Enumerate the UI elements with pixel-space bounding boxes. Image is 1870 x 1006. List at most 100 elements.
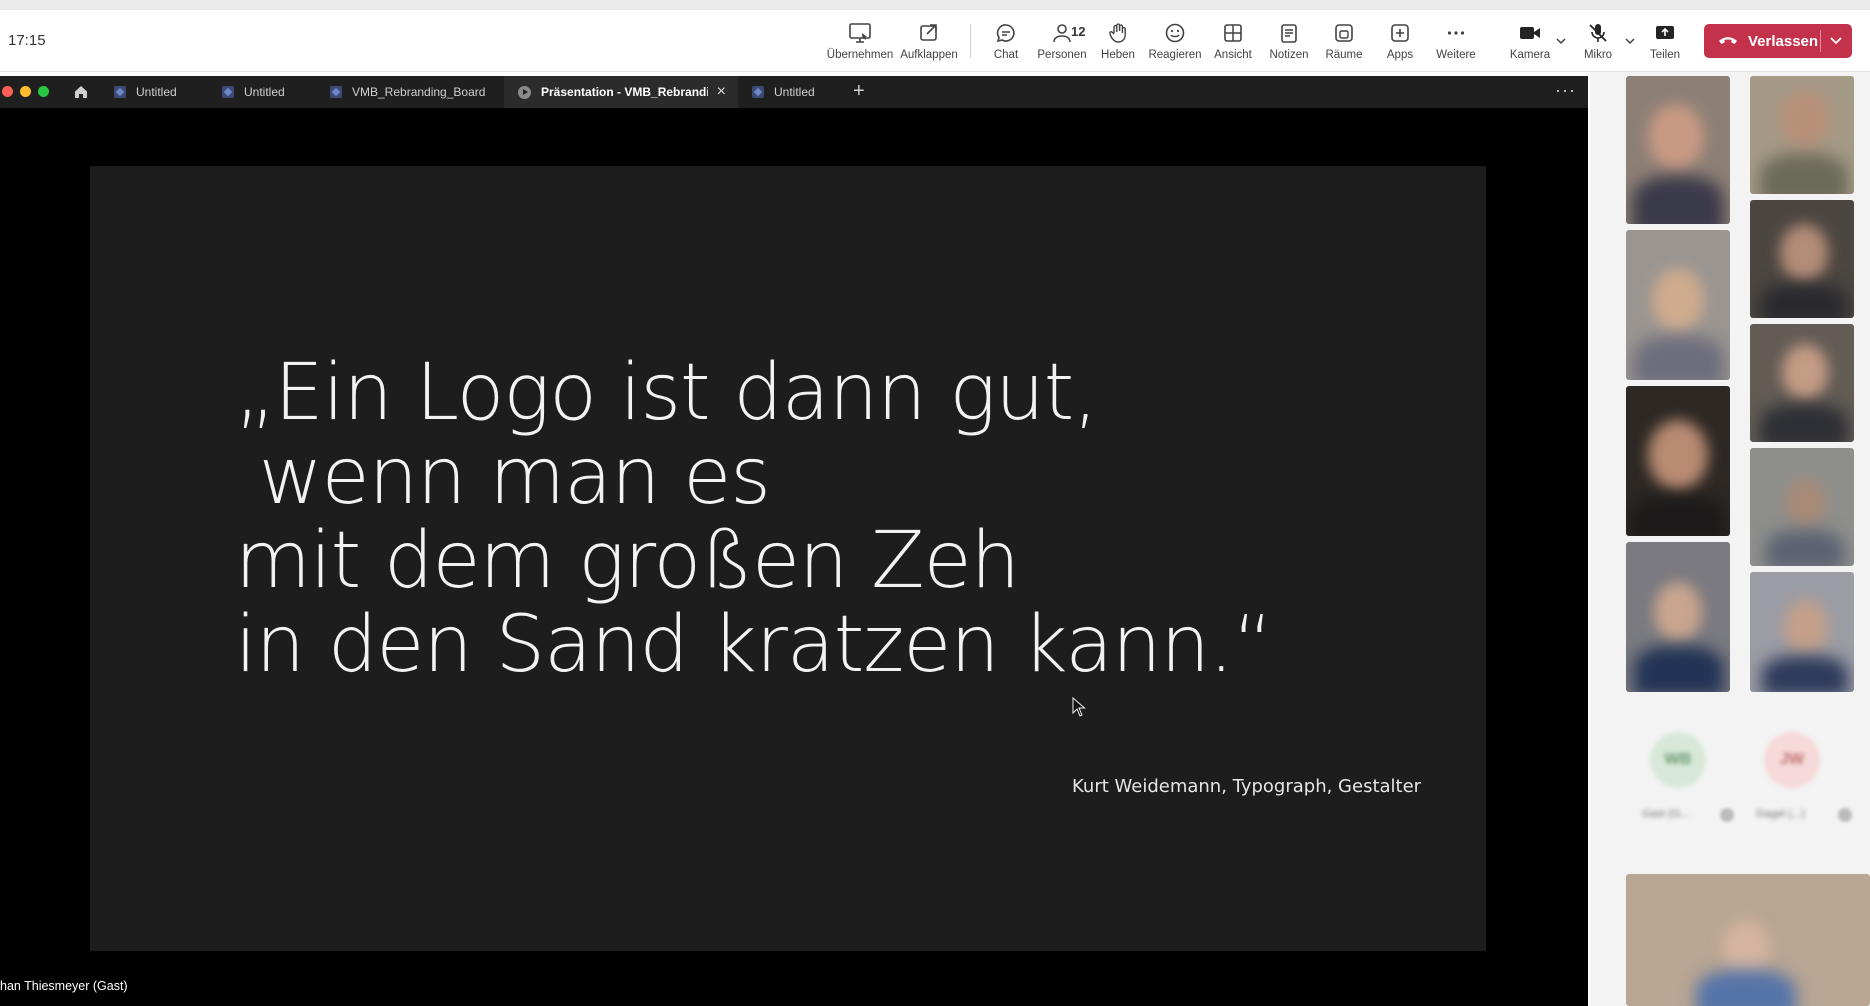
blurred-face (1722, 920, 1770, 976)
blurred-body (1634, 646, 1724, 692)
chat-label: Chat (993, 49, 1019, 61)
participant-video-tile[interactable] (1626, 542, 1730, 692)
teams-meeting-window: 17:15 Übernehmen Aufklappen Chat 12 Pers… (0, 0, 1870, 1006)
play-icon (518, 85, 531, 99)
take-control-button[interactable]: Übernehmen (827, 20, 893, 66)
more-button[interactable]: Weitere (1423, 20, 1489, 66)
slide-quote: „Ein Logo ist dann gut, wenn man es mit … (235, 351, 1335, 687)
participant-video-tile[interactable] (1750, 324, 1854, 442)
home-icon (72, 83, 90, 101)
popout-icon (916, 20, 942, 46)
rooms-label: Räume (1325, 49, 1363, 61)
share-label: Teilen (1649, 49, 1681, 61)
tab-label: VMB_Rebranding_Board (352, 85, 486, 99)
tab-label: Untitled (244, 85, 285, 99)
more-dots-icon (1443, 20, 1469, 46)
board-icon (752, 86, 764, 98)
blurred-face (1786, 478, 1826, 528)
participant-name: Gast (G... (1642, 808, 1690, 820)
window-minimize-dot (20, 86, 31, 97)
blurred-body (1762, 656, 1848, 692)
plus-square-icon (1387, 20, 1413, 46)
notes-icon (1276, 20, 1302, 46)
popout-button[interactable]: Aufklappen (896, 20, 962, 66)
mic-muted-indicator (1720, 808, 1734, 822)
meeting-timer: 17:15 (8, 32, 46, 49)
mic-label: Mikro (1583, 49, 1613, 61)
hand-icon (1105, 20, 1131, 46)
tab-label: Untitled (774, 85, 815, 99)
participant-video-tile[interactable] (1626, 76, 1730, 224)
people-count: 12 (1071, 24, 1086, 39)
meeting-toolbar: 17:15 Übernehmen Aufklappen Chat 12 Pers… (0, 0, 1870, 72)
blurred-face (1780, 90, 1830, 148)
mic-button[interactable]: Mikro (1565, 20, 1631, 66)
board-tab: Untitled (738, 76, 846, 108)
blurred-face (1784, 600, 1828, 654)
board-icon (114, 86, 126, 98)
participants-panel: WB JW Gast (G... Gagel (...) (1590, 72, 1870, 1006)
participant-video-tile[interactable] (1750, 448, 1854, 566)
board-tab: Untitled (208, 76, 316, 108)
leave-options-chevron-icon[interactable] (1828, 33, 1844, 53)
more-label: Weitere (1436, 49, 1476, 61)
board-icon (222, 86, 234, 98)
participant-video-tile[interactable] (1626, 230, 1730, 380)
blurred-body (1632, 176, 1724, 224)
board-tab: Untitled (100, 76, 208, 108)
video-camera-icon (1517, 20, 1543, 46)
popout-label: Aufklappen (900, 49, 958, 61)
participant-name: Gagel (...) (1756, 808, 1805, 820)
camera-label: Kamera (1509, 49, 1551, 61)
share-button[interactable]: Teilen (1632, 20, 1698, 66)
leave-button[interactable]: Verlassen (1704, 24, 1852, 58)
participant-video-tile[interactable] (1750, 76, 1854, 194)
board-icon (330, 86, 342, 98)
quote-author: Kurt Weidemann, Typograph, Gestalter (1072, 776, 1422, 797)
quote-line: in den Sand kratzen kann.“ (235, 600, 1273, 690)
react-button[interactable]: Reagieren (1142, 20, 1208, 66)
shared-app-tabbar: Untitled Untitled VMB_Rebranding_Board P… (0, 76, 1588, 108)
window-close-dot (2, 86, 13, 97)
tab-close-icon: × (716, 83, 726, 100)
blurred-body (1760, 284, 1848, 318)
quote-line: „Ein Logo ist dann gut, (235, 348, 1098, 438)
shared-screen: Untitled Untitled VMB_Rebranding_Board P… (0, 76, 1588, 1006)
blurred-face (1648, 420, 1708, 490)
tab-label: Präsentation - VMB_Rebranding_Bo (541, 85, 708, 99)
blurred-body (1630, 496, 1726, 536)
react-label: Reagieren (1148, 49, 1202, 61)
participant-avatar[interactable]: WB (1650, 732, 1706, 788)
blurred-body (1696, 970, 1796, 1006)
participant-avatar[interactable]: JW (1764, 732, 1820, 788)
blurred-body (1760, 404, 1848, 442)
hang-up-icon (1718, 35, 1738, 47)
mouse-pointer-icon (1072, 696, 1086, 722)
notes-label: Notizen (1269, 49, 1309, 61)
blurred-body (1766, 530, 1844, 566)
participant-video-tile[interactable] (1750, 200, 1854, 318)
toolbar-divider (970, 24, 971, 58)
quote-line: mit dem großen Zeh (235, 516, 1020, 606)
participant-video-tile[interactable] (1626, 874, 1870, 1006)
mic-muted-indicator (1838, 808, 1852, 822)
shared-app-more-icon: ··· (1555, 80, 1576, 100)
mic-muted-icon (1585, 20, 1611, 46)
chat-icon (993, 20, 1019, 46)
smiley-icon (1162, 20, 1188, 46)
take-control-label: Übernehmen (826, 49, 894, 61)
blurred-face (1648, 104, 1704, 170)
window-zoom-dot (38, 86, 49, 97)
participant-video-tile[interactable] (1626, 386, 1730, 536)
grid-view-icon (1220, 20, 1246, 46)
blurred-face (1652, 268, 1704, 332)
presentation-slide: „Ein Logo ist dann gut, wenn man es mit … (90, 166, 1486, 951)
blurred-face (1780, 224, 1828, 282)
presentation-tab: Präsentation - VMB_Rebranding_Bo × (504, 76, 738, 108)
title-strip (0, 0, 1870, 10)
blurred-face (1654, 582, 1702, 642)
rooms-icon (1331, 20, 1357, 46)
blurred-face (1782, 344, 1828, 400)
new-tab-plus-icon: + (853, 80, 865, 102)
participant-video-tile[interactable] (1750, 572, 1854, 692)
